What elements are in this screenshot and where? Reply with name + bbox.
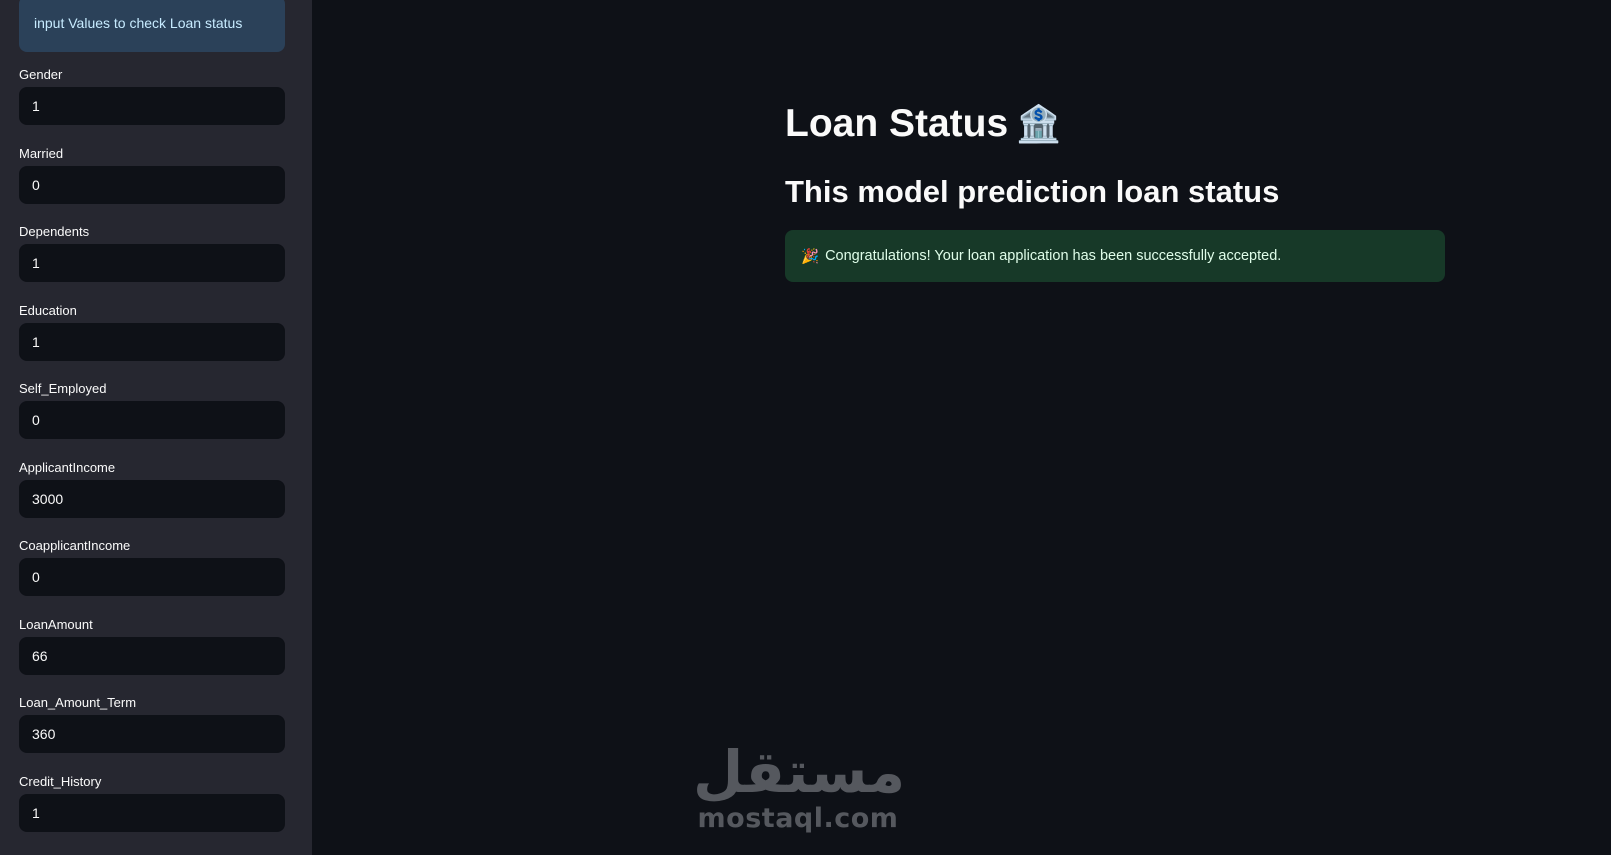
- sidebar: input Values to check Loan status Gender…: [0, 0, 312, 855]
- watermark-arabic-text: مستقل: [693, 738, 906, 806]
- field-label: Loan_Amount_Term: [19, 695, 137, 710]
- loan-amount-term-input[interactable]: [19, 715, 285, 753]
- field-label: Credit_History: [19, 774, 102, 789]
- education-input[interactable]: [19, 323, 285, 361]
- watermark-latin-text: mostaql.com: [697, 803, 899, 834]
- party-popper-icon: 🎉: [801, 248, 820, 265]
- success-alert: 🎉 Congratulations! Your loan application…: [785, 230, 1445, 282]
- field-education: Education: [19, 303, 285, 361]
- page-title-text: Loan Status: [785, 102, 1009, 145]
- field-applicant-income: ApplicantIncome: [19, 460, 285, 518]
- loan-amount-input[interactable]: [19, 637, 285, 675]
- coapplicant-income-input[interactable]: [19, 558, 285, 596]
- sidebar-info-box: input Values to check Loan status: [19, 0, 285, 52]
- page-subtitle: This model prediction loan status: [785, 174, 1280, 209]
- bank-icon: 🏦: [1016, 103, 1062, 144]
- page-title: Loan Status 🏦: [785, 98, 1445, 150]
- field-label: CoapplicantIncome: [19, 538, 131, 553]
- field-label: ApplicantIncome: [19, 460, 116, 475]
- field-label: Gender: [19, 67, 63, 82]
- field-loan-amount: LoanAmount: [19, 617, 285, 675]
- main-content: Loan Status 🏦 This model prediction loan …: [312, 0, 1611, 855]
- field-label: LoanAmount: [19, 617, 93, 632]
- married-input[interactable]: [19, 166, 285, 204]
- field-self-employed: Self_Employed: [19, 381, 285, 439]
- credit-history-input[interactable]: [19, 794, 285, 832]
- watermark: مستقل mostaql.com: [693, 738, 906, 834]
- field-label: Self_Employed: [19, 381, 107, 396]
- gender-input[interactable]: [19, 87, 285, 125]
- applicant-income-input[interactable]: [19, 480, 285, 518]
- field-gender: Gender: [19, 67, 285, 125]
- field-loan-amount-term: Loan_Amount_Term: [19, 695, 285, 753]
- field-dependents: Dependents: [19, 224, 285, 282]
- field-label: Married: [19, 146, 64, 161]
- field-label: Dependents: [19, 224, 90, 239]
- field-credit-history: Credit_History: [19, 774, 285, 832]
- field-married: Married: [19, 146, 285, 204]
- field-label: Education: [19, 303, 77, 318]
- content-block: Loan Status 🏦 This model prediction loan …: [785, 98, 1445, 282]
- app: input Values to check Loan status Gender…: [0, 0, 1611, 855]
- dependents-input[interactable]: [19, 244, 285, 282]
- field-coapplicant-income: CoapplicantIncome: [19, 538, 285, 596]
- self-employed-input[interactable]: [19, 401, 285, 439]
- success-message: Congratulations! Your loan application h…: [825, 248, 1282, 264]
